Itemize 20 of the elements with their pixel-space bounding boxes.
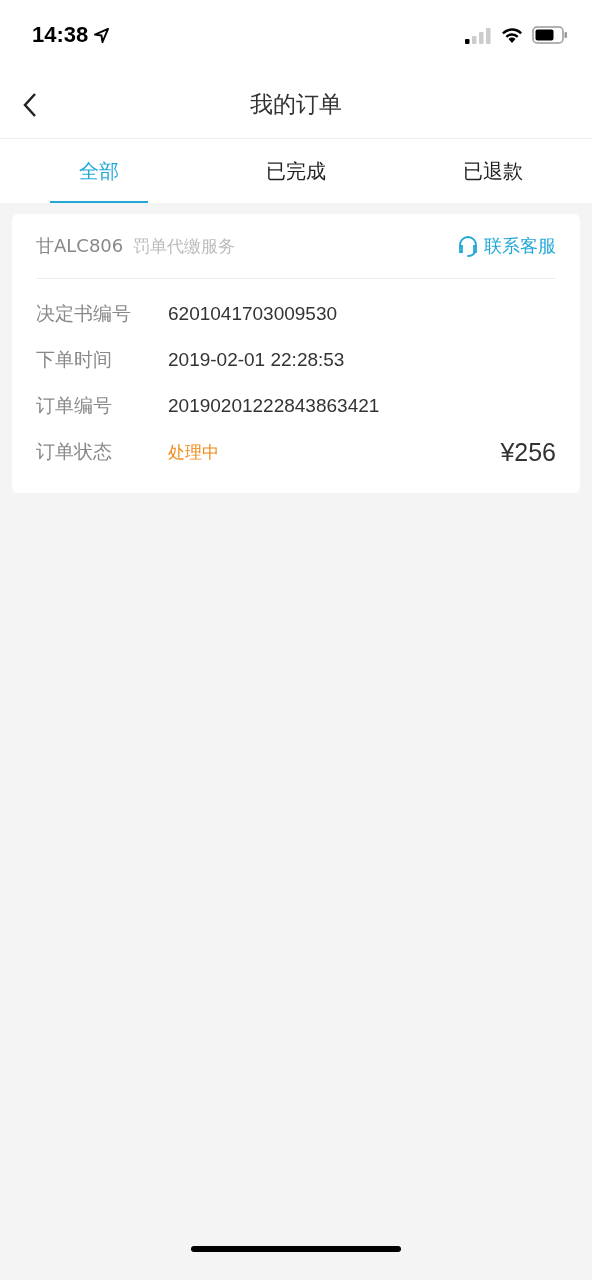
field-value: 6201041703009530 <box>168 303 338 325</box>
order-amount: ¥256 <box>500 437 556 467</box>
field-value: 2019-02-01 22:28:53 <box>168 349 345 371</box>
field-label: 决定书编号 <box>36 301 132 326</box>
headset-icon <box>456 234 480 258</box>
tab[interactable]: 已完成 <box>197 139 395 203</box>
page-title: 我的订单 <box>250 89 342 119</box>
field-label: 订单编号 <box>36 393 113 418</box>
field-label: 订单状态 <box>36 439 113 464</box>
tab[interactable]: 已退款 <box>394 139 592 203</box>
location-arrow-icon <box>94 27 110 43</box>
order-status: 处理中 <box>168 440 219 464</box>
field-value: 20190201222843863421 <box>168 395 380 417</box>
battery-icon <box>532 26 568 44</box>
service-name: 罚单代缴服务 <box>133 234 236 258</box>
wifi-icon <box>500 26 524 44</box>
plate-number: 甘ALC806 <box>36 234 124 258</box>
status-time: 14:38 <box>32 22 89 48</box>
signal-icon <box>465 26 492 44</box>
field-label: 下单时间 <box>36 347 113 372</box>
